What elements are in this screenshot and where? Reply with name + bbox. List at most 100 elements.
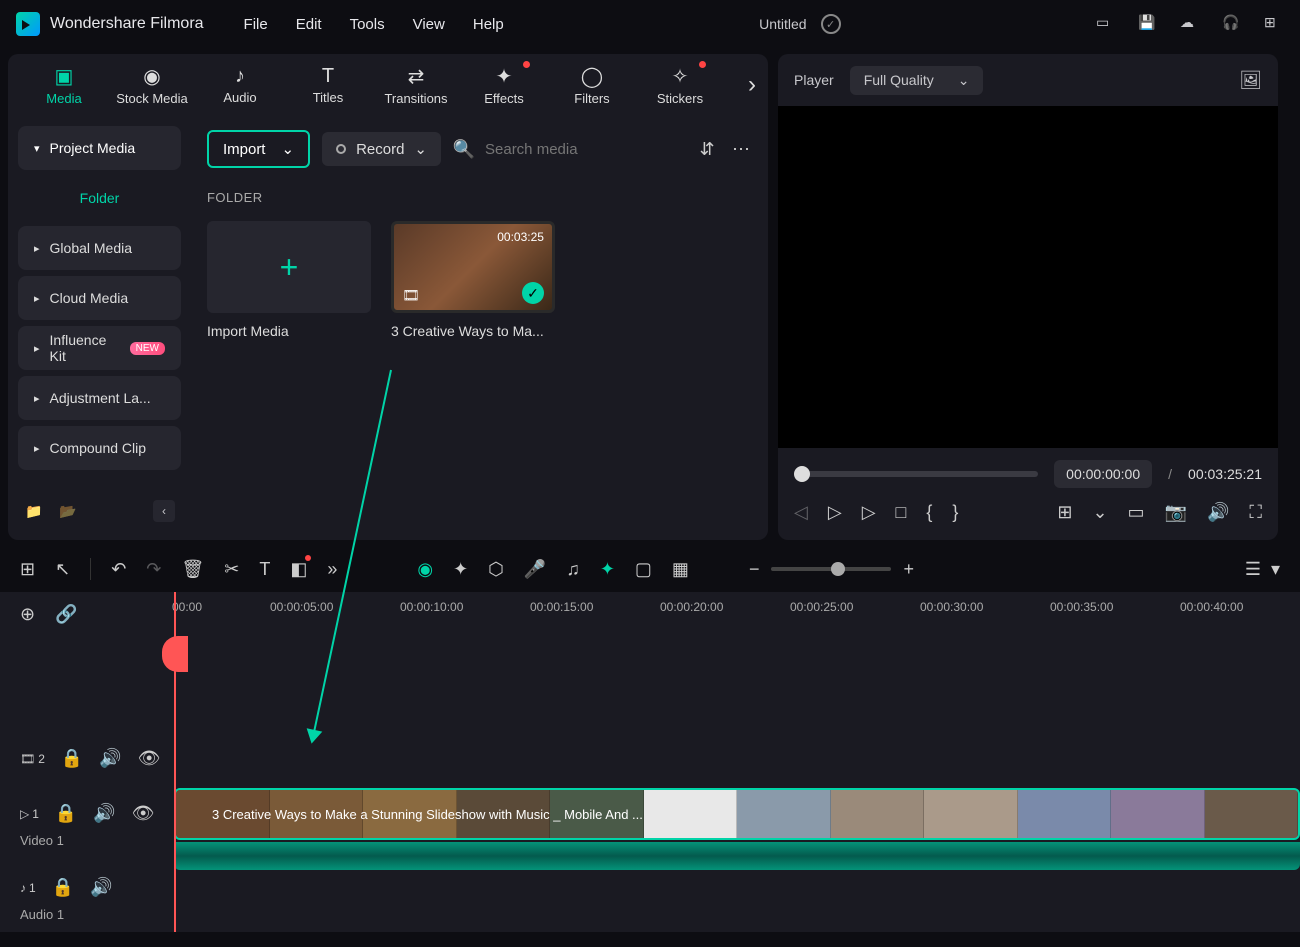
media-clip-tile[interactable]: 00:03:25 🎞 ✓ 3 Creative Ways to Ma... — [391, 221, 555, 339]
snapshot-icon[interactable]: 🖼 — [1239, 70, 1262, 91]
layout-icon[interactable]: ⊞ — [1057, 502, 1072, 523]
mic-icon[interactable]: 🎤 — [524, 559, 546, 580]
lock-icon[interactable]: 🔒 — [52, 877, 74, 898]
lock-icon[interactable]: 🔒 — [61, 748, 83, 769]
import-thumb[interactable]: + — [207, 221, 371, 313]
shield-icon[interactable]: ⬡ — [488, 559, 504, 580]
aspect-icon[interactable]: ▦ — [672, 559, 689, 580]
track-video2[interactable] — [170, 731, 1300, 786]
new-badge: NEW — [130, 342, 165, 355]
track-video1[interactable]: ▷ 3 Creative Ways to Make a Stunning Sli… — [170, 786, 1300, 872]
menu-file[interactable]: File — [244, 16, 268, 33]
add-track-icon[interactable]: ⊕ — [20, 604, 35, 625]
save-icon[interactable]: 💾 — [1138, 14, 1158, 34]
music-icon[interactable]: ♫ — [566, 559, 580, 580]
visibility-icon[interactable]: 👁 — [138, 748, 161, 769]
ai-avatar-icon[interactable]: ◉ — [417, 559, 433, 580]
camera-icon[interactable]: 📷 — [1165, 502, 1187, 523]
menu-edit[interactable]: Edit — [296, 16, 322, 33]
grid-icon[interactable]: ⊞ — [20, 559, 35, 580]
stop-icon[interactable]: □ — [896, 502, 907, 523]
sidebar-cloud-media[interactable]: ▸ Cloud Media — [18, 276, 181, 320]
mute-icon[interactable]: 🔊 — [90, 877, 112, 898]
tab-filters[interactable]: ◯ Filters — [548, 55, 636, 115]
new-folder-icon[interactable]: 📁 — [24, 501, 44, 521]
clip-audio-waveform[interactable] — [174, 842, 1300, 870]
chevron-down-icon[interactable]: ⌄ — [1092, 502, 1107, 523]
player-panel: Player Full Quality ⌄ 🖼 00:00:00:00 / 00… — [778, 54, 1278, 540]
prev-frame-icon[interactable]: ◁ — [794, 502, 808, 523]
display-toggle-icon[interactable]: ▭ — [1128, 502, 1145, 523]
folder-x-icon[interactable]: 📂 — [58, 501, 78, 521]
search-input[interactable] — [485, 141, 684, 158]
clip-thumb[interactable]: 00:03:25 🎞 ✓ — [391, 221, 555, 313]
visibility-icon[interactable]: 👁 — [132, 803, 155, 824]
sidebar-folder[interactable]: Folder — [18, 176, 181, 220]
tab-audio[interactable]: ♪ Audio — [196, 55, 284, 115]
cloud-icon[interactable]: ☁ — [1180, 14, 1200, 34]
zoom-out-icon[interactable]: − — [749, 559, 760, 580]
pointer-icon[interactable]: ↖ — [55, 559, 70, 580]
zoom-handle[interactable] — [831, 562, 845, 576]
record-button[interactable]: Record ⌄ — [322, 132, 441, 166]
sidebar-compound-clip[interactable]: ▸ Compound Clip — [18, 426, 181, 470]
chevron-down-icon[interactable]: ▾ — [1271, 559, 1280, 580]
mark-out-icon[interactable]: } — [952, 502, 958, 523]
step-forward-icon[interactable]: ▷ — [828, 502, 842, 523]
headphones-icon[interactable]: 🎧 — [1222, 14, 1242, 34]
frame-icon[interactable]: ▢ — [635, 559, 652, 580]
cut-icon[interactable]: ✂ — [224, 559, 239, 580]
stock-icon: ◉ — [143, 64, 160, 89]
tab-titles[interactable]: T Titles — [284, 55, 372, 115]
lock-icon[interactable]: 🔒 — [55, 803, 77, 824]
quality-select[interactable]: Full Quality ⌄ — [850, 66, 984, 95]
scrub-handle[interactable] — [794, 466, 810, 482]
menu-tools[interactable]: Tools — [350, 16, 385, 33]
expand-icon[interactable]: » — [327, 559, 337, 580]
track-empty[interactable] — [170, 636, 1300, 731]
playhead[interactable] — [174, 592, 176, 932]
filter-icon[interactable]: ⇵ — [696, 138, 718, 160]
timeline-clip[interactable]: ▷ 3 Creative Ways to Make a Stunning Sli… — [174, 788, 1300, 840]
zoom-slider[interactable] — [771, 567, 891, 571]
more-icon[interactable]: ⋯ — [730, 138, 752, 160]
display-icon[interactable]: ▭ — [1096, 14, 1116, 34]
tab-effects[interactable]: ✦ Effects — [460, 55, 548, 115]
menu-view[interactable]: View — [413, 16, 445, 33]
tabs-scroll-right[interactable]: › — [748, 71, 756, 99]
text-icon[interactable]: T — [259, 559, 270, 580]
import-media-tile[interactable]: + Import Media — [207, 221, 371, 339]
sidebar-adjustment-layer[interactable]: ▸ Adjustment La... — [18, 376, 181, 420]
tab-media[interactable]: ▣ Media — [20, 55, 108, 115]
menu-help[interactable]: Help — [473, 16, 504, 33]
undo-icon[interactable]: ↶ — [111, 559, 126, 580]
tab-stickers[interactable]: ✧ Stickers — [636, 55, 724, 115]
crop-icon[interactable]: ◧ — [290, 559, 307, 580]
mark-in-icon[interactable]: { — [926, 502, 932, 523]
collapse-sidebar-icon[interactable]: ‹ — [153, 500, 175, 522]
sparkle-icon[interactable]: ✦ — [453, 559, 468, 580]
redo-icon[interactable]: ↷ — [146, 559, 161, 580]
delete-icon[interactable]: 🗑 — [181, 559, 204, 580]
volume-icon[interactable]: 🔊 — [1207, 502, 1229, 523]
link-icon[interactable]: 🔗 — [55, 604, 77, 625]
player-scrubber[interactable] — [794, 471, 1038, 477]
scrub-row: 00:00:00:00 / 00:03:25:21 — [794, 460, 1262, 488]
fullscreen-icon[interactable]: ⛶ — [1249, 502, 1262, 523]
marker-icon[interactable]: ✦ — [600, 559, 615, 580]
sidebar-influence-kit[interactable]: ▸ Influence Kit NEW — [18, 326, 181, 370]
mute-icon[interactable]: 🔊 — [93, 803, 115, 824]
player-viewport[interactable] — [778, 106, 1278, 448]
zoom-in-icon[interactable]: + — [903, 559, 914, 580]
mute-icon[interactable]: 🔊 — [99, 748, 121, 769]
apps-grid-icon[interactable]: ⊞ — [1264, 14, 1284, 34]
search-icon[interactable]: 🔍 — [453, 138, 475, 160]
sidebar-global-media[interactable]: ▸ Global Media — [18, 226, 181, 270]
tab-transitions[interactable]: ⇄ Transitions — [372, 55, 460, 115]
play-icon[interactable]: ▷ — [862, 502, 876, 523]
list-view-icon[interactable]: ☰ — [1245, 559, 1261, 580]
import-button[interactable]: Import ⌄ — [207, 130, 310, 168]
total-time: 00:03:25:21 — [1188, 466, 1262, 482]
sidebar-project-media[interactable]: ▾ Project Media — [18, 126, 181, 170]
tab-stock-media[interactable]: ◉ Stock Media — [108, 55, 196, 115]
